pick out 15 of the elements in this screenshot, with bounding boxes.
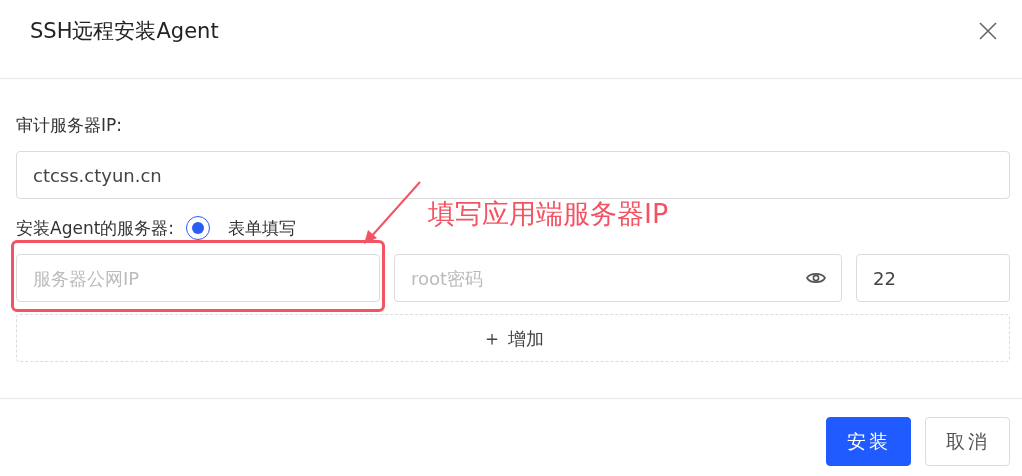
dialog-title: SSH远程安装Agent bbox=[30, 18, 219, 45]
audit-server-field[interactable]: ctcss.ctyun.cn bbox=[16, 151, 1010, 199]
cancel-button[interactable]: 取消 bbox=[925, 417, 1010, 466]
agent-server-label: 安装Agent的服务器: bbox=[16, 216, 175, 240]
annotation-text: 填写应用端服务器IP bbox=[428, 200, 669, 227]
audit-server-label: 审计服务器IP: bbox=[16, 114, 123, 137]
eye-icon[interactable] bbox=[806, 271, 826, 285]
add-button[interactable]: ＋ 增加 bbox=[16, 314, 1010, 362]
port-field[interactable]: 22 bbox=[856, 254, 1010, 302]
install-button[interactable]: 安装 bbox=[826, 417, 911, 466]
close-icon[interactable] bbox=[978, 21, 998, 41]
password-field[interactable]: root密码 bbox=[394, 254, 842, 302]
radio-label: 表单填写 bbox=[228, 216, 297, 240]
server-ip-field[interactable]: 服务器公网IP bbox=[16, 254, 380, 302]
arrow-icon bbox=[362, 180, 422, 246]
